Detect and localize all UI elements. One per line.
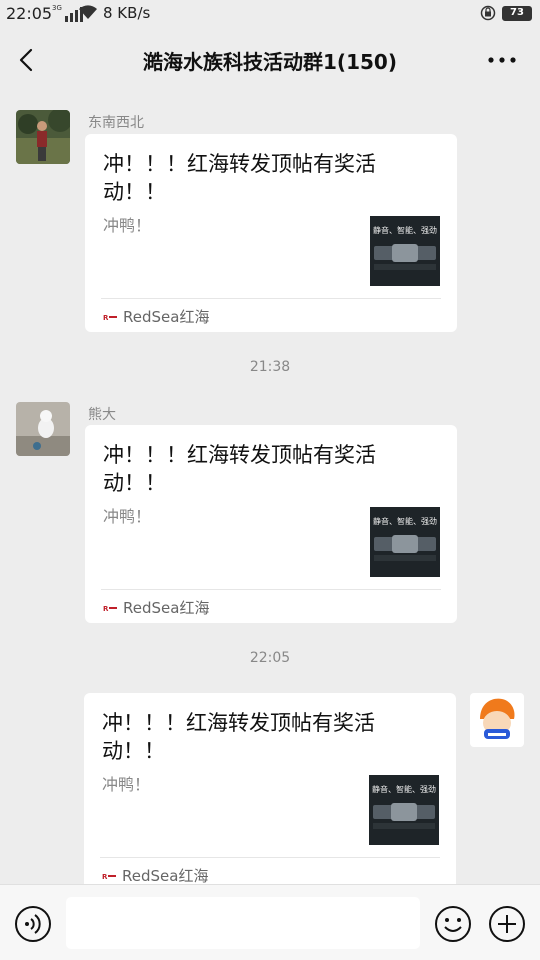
svg-text:R: R xyxy=(102,873,108,881)
sender-name: 东南西北 xyxy=(88,115,144,131)
chat-area[interactable]: 东南西北 冲！！！红海转发顶帖有奖活动！！ 冲鸭！ 静音、智能、强劲 R Red… xyxy=(0,92,540,884)
svg-text:R: R xyxy=(103,314,109,322)
svg-text:静音、智能、强劲: 静音、智能、强劲 xyxy=(373,516,437,526)
link-card[interactable]: 冲！！！红海转发顶帖有奖活动！！ 冲鸭！ 静音、智能、强劲 R RedSea红海 xyxy=(84,693,456,884)
card-divider xyxy=(100,857,440,858)
card-source: R RedSea红海 xyxy=(102,865,208,884)
card-title: 冲！！！红海转发顶帖有奖活动！！ xyxy=(103,443,376,495)
message-input[interactable] xyxy=(66,897,420,949)
back-arrow-icon[interactable] xyxy=(12,44,42,76)
link-card[interactable]: 冲！！！红海转发顶帖有奖活动！！ 冲鸭！ 静音、智能、强劲 R RedSea红海 xyxy=(85,425,457,623)
alarm-icon xyxy=(480,5,496,21)
avatar-self[interactable] xyxy=(470,693,524,747)
card-source-label: RedSea红海 xyxy=(122,867,209,884)
card-source: R RedSea红海 xyxy=(103,306,209,327)
avatar-dongnanxibei[interactable] xyxy=(16,110,70,164)
chat-title: 澔海水族科技活动群1(150) xyxy=(143,50,397,74)
card-source: R RedSea红海 xyxy=(103,597,209,618)
battery-icon: 73 xyxy=(502,6,532,21)
svg-text:静音、智能、强劲: 静音、智能、强劲 xyxy=(372,784,436,794)
card-title: 冲！！！红海转发顶帖有奖活动！！ xyxy=(103,152,376,204)
card-thumbnail: 静音、智能、强劲 xyxy=(370,216,440,286)
card-thumbnail: 静音、智能、强劲 xyxy=(370,507,440,577)
network-speed: 8 KB/s xyxy=(103,4,151,22)
card-thumbnail: 静音、智能、强劲 xyxy=(369,775,439,845)
redsea-logo-icon: R xyxy=(103,602,117,613)
card-source-label: RedSea红海 xyxy=(123,599,210,617)
wifi-icon xyxy=(79,5,97,19)
status-time: 22:05 xyxy=(6,4,53,23)
svg-text:R: R xyxy=(103,605,109,613)
input-bar xyxy=(0,884,540,960)
redsea-logo-icon: R xyxy=(103,311,117,322)
card-description: 冲鸭！ xyxy=(102,775,151,794)
timestamp: 22:05 xyxy=(249,650,291,666)
card-description: 冲鸭！ xyxy=(103,507,152,526)
chat-header: 澔海水族科技活动群1(150) xyxy=(0,28,540,92)
status-bar: 22:05 3G 8 KB/s 73 xyxy=(0,0,540,28)
redsea-logo-icon: R xyxy=(102,870,116,881)
timestamp: 21:38 xyxy=(249,359,291,375)
emoji-icon[interactable] xyxy=(434,905,472,943)
add-more-icon[interactable] xyxy=(488,905,526,943)
card-divider xyxy=(101,589,441,590)
card-title: 冲！！！红海转发顶帖有奖活动！！ xyxy=(102,711,375,763)
card-divider xyxy=(101,298,441,299)
sender-name: 熊大 xyxy=(88,407,116,423)
link-card[interactable]: 冲！！！红海转发顶帖有奖活动！！ 冲鸭！ 静音、智能、强劲 R RedSea红海 xyxy=(85,134,457,332)
card-description: 冲鸭！ xyxy=(103,216,152,235)
voice-input-icon[interactable] xyxy=(14,905,52,943)
more-options-icon[interactable] xyxy=(486,50,518,70)
avatar-xiongda[interactable] xyxy=(16,402,70,456)
card-source-label: RedSea红海 xyxy=(123,308,210,326)
svg-text:静音、智能、强劲: 静音、智能、强劲 xyxy=(373,225,437,235)
